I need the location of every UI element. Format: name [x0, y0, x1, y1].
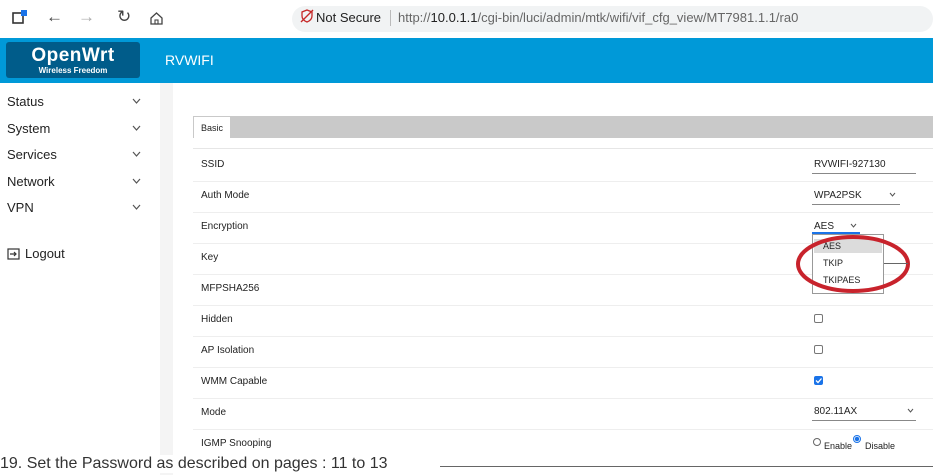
hidden-checkbox[interactable]: [814, 314, 823, 323]
caption-rule: [440, 466, 933, 467]
chevron-down-icon[interactable]: [132, 203, 141, 212]
security-label[interactable]: Not Secure: [316, 10, 381, 25]
tab-basic[interactable]: Basic: [193, 116, 231, 138]
chevron-down-icon[interactable]: [132, 124, 141, 133]
mode-underline: [812, 420, 916, 421]
igmp-disable-radio[interactable]: [853, 435, 861, 443]
dropdown-option-tkip[interactable]: TKIP: [814, 256, 882, 270]
field-label: AP Isolation: [201, 345, 255, 356]
checkmark-icon: [815, 378, 822, 384]
field-label: Key: [201, 252, 219, 263]
field-label: Encryption: [201, 221, 249, 232]
field-label: SSID: [201, 159, 225, 170]
wmm-capable-checkbox[interactable]: [814, 376, 823, 385]
chevron-down-icon[interactable]: [132, 97, 141, 106]
chevron-down-icon[interactable]: [850, 223, 857, 228]
sidebar: [0, 83, 160, 475]
tab-actions-icon[interactable]: [12, 10, 28, 24]
home-icon[interactable]: [149, 11, 164, 26]
logout-icon[interactable]: [7, 248, 20, 260]
option-label: TKIPAES: [823, 275, 861, 285]
brand-name[interactable]: RVWIFI: [165, 52, 214, 68]
sidebar-item-status[interactable]: Status: [7, 94, 44, 109]
ap-isolation-checkbox[interactable]: [814, 345, 823, 354]
field-label: Auth Mode: [201, 190, 250, 201]
url-host: 10.0.1.1: [430, 10, 478, 25]
ssid-input[interactable]: RVWIFI-927130: [814, 159, 886, 170]
pointer-line: [884, 263, 908, 264]
sidebar-item-services[interactable]: Services: [7, 147, 57, 162]
igmp-disable-label: Disable: [865, 441, 896, 451]
reload-icon[interactable]: ↻: [117, 7, 131, 27]
chevron-down-icon[interactable]: [907, 408, 914, 413]
sidebar-item-network[interactable]: Network: [7, 174, 55, 189]
logo-main-text: OpenWrt: [31, 45, 115, 66]
dropdown-option-tkipaes[interactable]: TKIPAES: [814, 273, 882, 287]
igmp-enable-radio[interactable]: [813, 438, 821, 446]
option-label: TKIP: [823, 258, 844, 268]
auth-mode-underline: [812, 204, 900, 205]
field-label: Mode: [201, 407, 227, 418]
encryption-dropdown-list[interactable]: AES TKIP TKIPAES: [812, 234, 884, 294]
chevron-down-icon[interactable]: [132, 150, 141, 159]
back-icon[interactable]: ←: [46, 7, 63, 27]
url-prefix: http://: [398, 10, 431, 25]
field-label: Hidden: [201, 314, 233, 325]
auth-mode-select[interactable]: WPA2PSK: [814, 190, 862, 201]
forward-icon[interactable]: →: [78, 7, 95, 27]
encryption-select[interactable]: AES: [814, 221, 834, 232]
url-text[interactable]: http://10.0.1.1/cgi-bin/luci/admin/mtk/w…: [398, 10, 798, 25]
content-gutter: [160, 83, 173, 475]
logout-link[interactable]: Logout: [25, 246, 65, 261]
option-label: AES: [823, 241, 842, 251]
field-label: WMM Capable: [201, 376, 268, 387]
field-label: MFPSHA256: [201, 283, 260, 294]
not-secure-icon[interactable]: [300, 9, 314, 23]
mode-select[interactable]: 802.11AX: [814, 406, 857, 417]
openwrt-logo[interactable]: OpenWrt Wireless Freedom: [6, 42, 140, 78]
logo-sub-text: Wireless Freedom: [38, 66, 108, 75]
field-label: IGMP Snooping: [201, 438, 272, 449]
ssid-input-underline: [812, 173, 916, 174]
dropdown-option-aes[interactable]: AES: [814, 239, 882, 253]
sidebar-item-system[interactable]: System: [7, 121, 50, 136]
url-path: /cgi-bin/luci/admin/mtk/wifi/vif_cfg_vie…: [477, 10, 799, 25]
chevron-down-icon[interactable]: [132, 177, 141, 186]
instruction-caption: 19. Set the Password as described on pag…: [0, 455, 394, 473]
url-separator: [390, 10, 391, 26]
tab-bar: [193, 116, 933, 138]
sidebar-item-vpn[interactable]: VPN: [7, 200, 34, 215]
igmp-enable-label: Enable: [824, 441, 853, 451]
chevron-down-icon[interactable]: [889, 192, 896, 197]
panel-divider: [193, 148, 933, 149]
